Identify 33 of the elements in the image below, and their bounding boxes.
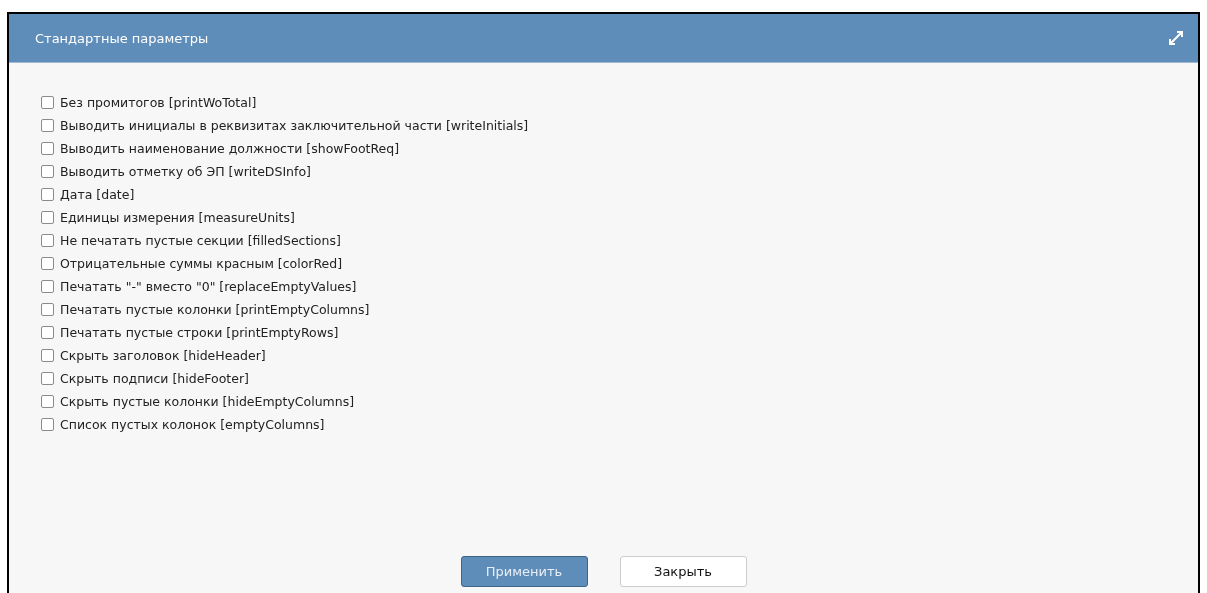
checkbox-label[interactable]: Скрыть подписи [hideFooter] [60,371,249,386]
checkbox-label[interactable]: Скрыть пустые колонки [hideEmptyColumns] [60,394,355,409]
checkbox-label[interactable]: Печатать пустые строки [printEmptyRows] [60,325,339,340]
checkbox-label[interactable]: Печатать "-" вместо "0" [replaceEmptyValues] [60,279,357,294]
checkbox-label[interactable]: Выводить отметку об ЭП [writeDSInfo] [60,164,311,179]
checkbox[interactable] [41,119,54,132]
checkbox-label[interactable]: Печатать пустые колонки [printEmptyColumns] [60,302,370,317]
checkbox[interactable] [41,418,54,431]
checkbox-label[interactable]: Без промитогов [printWoTotal] [60,95,257,110]
checkbox-label[interactable]: Скрыть заголовок [hideHeader] [60,348,266,363]
checkbox-label[interactable]: Дата [date] [60,187,135,202]
checkbox[interactable] [41,257,54,270]
checkbox[interactable] [41,188,54,201]
checkbox-label[interactable]: Не печатать пустые секции [filledSections] [60,233,341,248]
checkbox[interactable] [41,142,54,155]
checkbox[interactable] [41,234,54,247]
checkbox-label[interactable]: Выводить наименование должности [showFootReq] [60,141,400,156]
checkbox[interactable] [41,372,54,385]
expand-icon[interactable] [1168,30,1184,46]
checkbox-label[interactable]: Отрицательные суммы красным [colorRed] [60,256,343,271]
checkbox[interactable] [41,280,54,293]
checkbox[interactable] [41,165,54,178]
close-button[interactable]: Закрыть [619,556,747,587]
checkbox[interactable] [41,303,54,316]
checkbox[interactable] [41,211,54,224]
dialog-title: Стандартные параметры [35,30,209,46]
checkbox[interactable] [41,96,54,109]
checkbox-label[interactable]: Список пустых колонок [emptyColumns] [60,417,325,432]
checkbox-label[interactable]: Выводить инициалы в реквизитах заключительной части [writeInitials] [60,118,529,133]
checkbox[interactable] [41,326,54,339]
checkbox[interactable] [41,395,54,408]
checkbox[interactable] [41,349,54,362]
checkbox-label[interactable]: Единицы измерения [measureUnits] [60,210,295,225]
